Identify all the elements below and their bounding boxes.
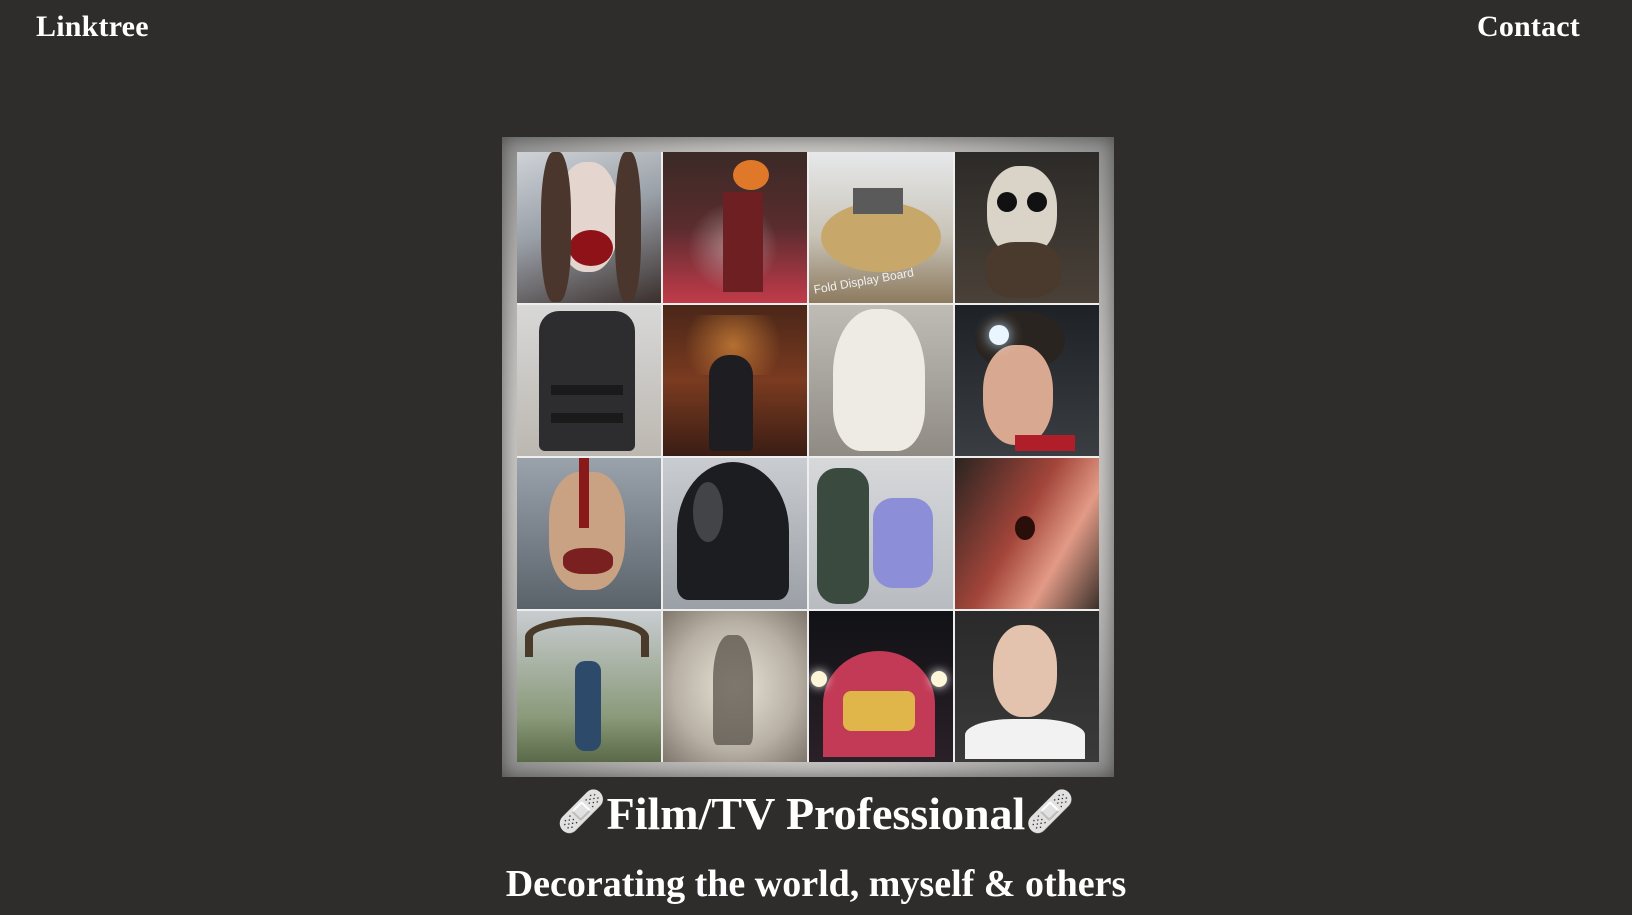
hair-shape	[615, 152, 641, 302]
figure-shape	[723, 192, 763, 292]
vest-strap-shape	[551, 413, 623, 423]
profile-photo-collage[interactable]: Fold Display Board	[502, 137, 1114, 777]
tile-carnival-booth	[809, 611, 953, 762]
tile-elf-makeup	[955, 305, 1099, 456]
person-shape	[575, 661, 601, 751]
lamp-shape	[811, 671, 827, 687]
wound-shape	[1015, 516, 1035, 540]
bandage-icon: 🩹	[556, 789, 607, 834]
hair-shape	[541, 152, 571, 302]
tile-man-in-study	[663, 305, 807, 456]
pumpkin-shape	[733, 160, 769, 190]
mouth-shape	[563, 548, 613, 574]
blood-shape	[569, 230, 613, 266]
contact-link[interactable]: Contact	[1477, 10, 1580, 44]
silhouette-shape	[713, 635, 753, 745]
arch-shape	[525, 617, 649, 657]
blood-shape	[579, 458, 589, 528]
shirt-shape	[965, 719, 1085, 759]
profile-title-text: Film/TV Professional	[606, 788, 1026, 839]
person-shape	[709, 355, 753, 451]
eye-socket-shape	[997, 192, 1017, 212]
tile-zombie-girl	[517, 152, 661, 303]
person-shape	[817, 468, 869, 604]
profile-subtitle: Decorating the world, myself & others	[505, 863, 1127, 905]
light-shape	[989, 325, 1009, 345]
tile-fold-display-board: Fold Display Board	[809, 152, 953, 303]
tile-wound-closeup	[955, 458, 1099, 609]
face-shape	[993, 625, 1057, 717]
tile-zombie-mask	[517, 458, 661, 609]
linktree-link[interactable]: Linktree	[36, 10, 149, 44]
tile-halloween-arch	[517, 611, 661, 762]
tile-shadow-figure	[663, 611, 807, 762]
model-part-shape	[853, 188, 903, 214]
vest-strap-shape	[551, 385, 623, 395]
linktree-profile-page: Linktree Contact Fold Display Board 🩹Fil…	[0, 0, 1632, 915]
person-shape	[873, 498, 933, 588]
beard-shape	[985, 242, 1061, 298]
bandage-icon: 🩹	[1025, 789, 1076, 834]
tile-bandaged-head	[809, 305, 953, 456]
eye-socket-shape	[1027, 192, 1047, 212]
booth-window-shape	[843, 691, 915, 731]
profile-title: 🩹Film/TV Professional🩹	[0, 784, 1632, 842]
tile-crime-scene	[809, 458, 953, 609]
tile-headshot	[955, 611, 1099, 762]
face-shape	[983, 345, 1053, 445]
helmet-shape	[677, 462, 789, 600]
vest-shape	[539, 311, 635, 451]
tile-skull-face-paint	[955, 152, 1099, 303]
lamp-shape	[931, 671, 947, 687]
tile-pumpkin-scarecrow	[663, 152, 807, 303]
tile-vader-helmet	[663, 458, 807, 609]
collage-grid: Fold Display Board	[517, 152, 1099, 762]
helmet-highlight-shape	[693, 482, 723, 542]
bandaged-head-shape	[833, 309, 925, 451]
tile-armor-vest	[517, 305, 661, 456]
collar-shape	[1015, 435, 1075, 451]
